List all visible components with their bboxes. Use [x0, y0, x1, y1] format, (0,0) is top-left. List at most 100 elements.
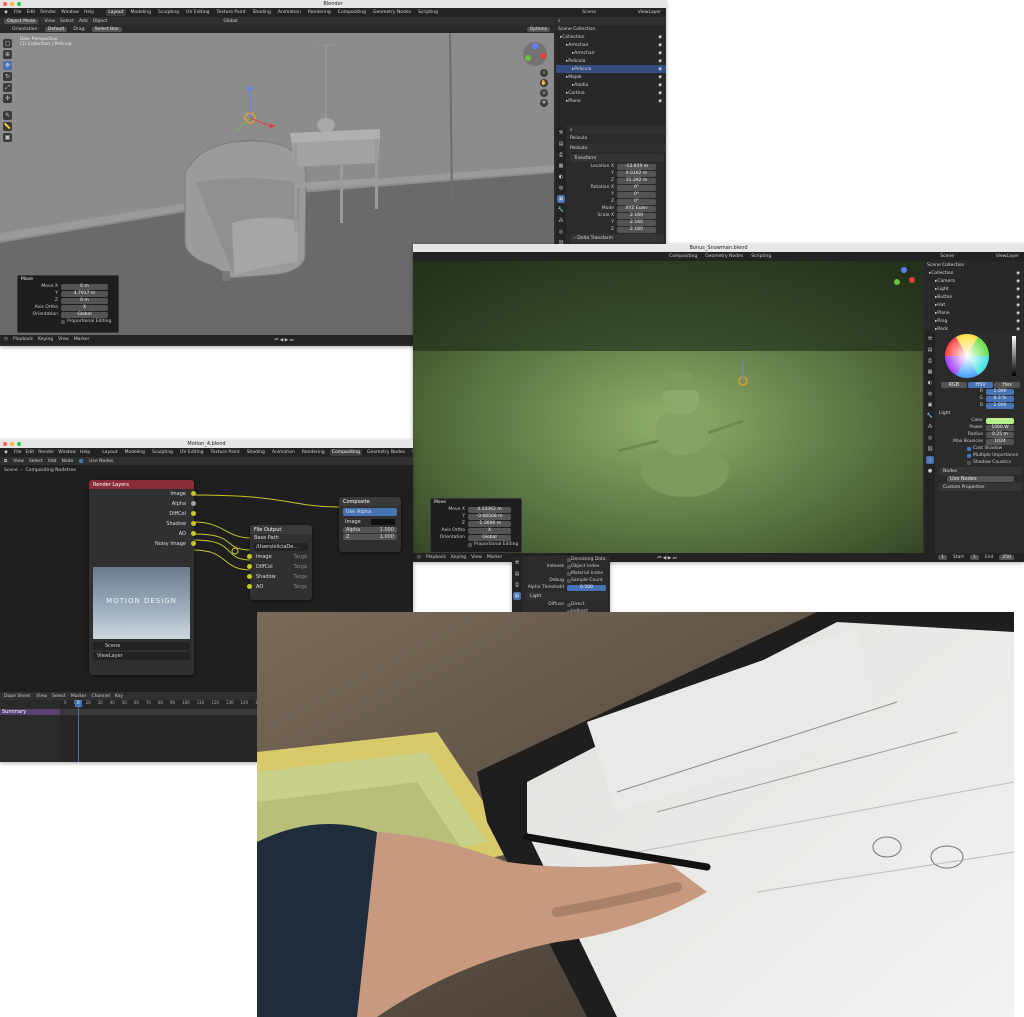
outliner-row-light[interactable]: ▸ Light ◉ [925, 285, 1024, 293]
tab-modeling[interactable]: Modeling [123, 449, 147, 456]
scale-y-field[interactable]: 2.160 [617, 219, 656, 226]
outliner-row-cortina[interactable]: ▸ Cortina ◉ [556, 89, 666, 97]
scale-z-field[interactable]: 2.160 [617, 226, 656, 233]
light-passes-header[interactable]: Light [526, 592, 608, 600]
menu-add[interactable]: Add [79, 19, 88, 24]
blender-logo-icon[interactable]: ◉ [4, 450, 8, 455]
output-tab-icon[interactable]: ⎙ [513, 581, 521, 589]
max-bounces-field[interactable]: 1024 [986, 438, 1014, 445]
outliner-row-camera[interactable]: ▸ Camera ◉ [925, 277, 1024, 285]
visibility-eye-icon[interactable]: ◉ [658, 35, 666, 40]
navigation-gizmo[interactable] [891, 265, 917, 291]
tab-shading[interactable]: Shading [245, 449, 267, 456]
tab-scripting[interactable]: Scripting [416, 9, 440, 16]
props-object-field[interactable]: Pelicula [568, 144, 666, 152]
visibility-eye-icon[interactable]: ◉ [658, 83, 666, 88]
proportional-editing-checkbox[interactable]: Proportional Editing [67, 319, 111, 324]
scene-selector[interactable]: Scene [582, 10, 596, 15]
node-editor-type-icon[interactable]: ⧉ [4, 458, 7, 464]
output-tab-icon[interactable]: ⎙ [557, 151, 565, 159]
object-tab-icon[interactable]: ▣ [926, 401, 934, 409]
scale-icon[interactable]: ⤢ [3, 83, 12, 92]
cursor-icon[interactable]: ⊕ [3, 50, 12, 59]
input-socket[interactable] [247, 574, 252, 579]
outliner-row-plane[interactable]: ▸ Plane ◉ [556, 97, 666, 105]
tab-uv-editing[interactable]: UV Editing [178, 449, 205, 456]
rotation-z-field[interactable]: 0° [617, 198, 656, 205]
dopesheet-menu-key[interactable]: Key [115, 694, 123, 699]
output-socket[interactable] [191, 511, 196, 516]
outliner-row-hat[interactable]: ▸ Hat ◉ [925, 301, 1024, 309]
menu-select[interactable]: Select [60, 19, 74, 24]
modifier-tab-icon[interactable]: 🔧 [926, 412, 934, 420]
visibility-eye-icon[interactable]: ◉ [658, 91, 666, 96]
tab-scripting[interactable]: Scripting [749, 253, 773, 260]
visibility-eye-icon[interactable]: ◉ [658, 67, 666, 72]
timeline-clock-icon[interactable]: ◷ [417, 555, 421, 560]
visibility-eye-icon[interactable]: ◉ [1016, 311, 1024, 316]
menu-window[interactable]: Window [58, 450, 76, 455]
menu-view[interactable]: View [13, 459, 24, 464]
visibility-eye-icon[interactable]: ◉ [658, 51, 666, 56]
timeline-menu-marker[interactable]: Marker [487, 555, 503, 560]
orientation-field[interactable]: Global [61, 311, 108, 318]
color-mode-hsv[interactable]: HSV [967, 382, 994, 388]
move-x-field[interactable]: 0 m [61, 283, 108, 290]
tab-geometry-nodes[interactable]: Geometry Nodes [703, 253, 745, 260]
visibility-eye-icon[interactable]: ◉ [1016, 327, 1024, 332]
object-tab-icon[interactable]: ▣ [557, 195, 565, 203]
options-dropdown[interactable]: Options [526, 26, 550, 32]
menu-help[interactable]: Help [84, 10, 94, 15]
nodes-panel-header[interactable]: Nodes [939, 467, 1022, 475]
view-layer-tab-icon[interactable]: ▦ [513, 592, 521, 600]
menu-select[interactable]: Select [29, 459, 43, 464]
use-nodes-button[interactable]: Use Nodes [947, 476, 1014, 482]
menu-edit[interactable]: Edit [25, 450, 34, 455]
particles-tab-icon[interactable]: ⁂ [557, 217, 565, 225]
material-tab-icon[interactable]: ● [926, 467, 934, 475]
visibility-eye-icon[interactable]: ◉ [1016, 303, 1024, 308]
menu-file[interactable]: File [14, 450, 22, 455]
timeline-menu-view[interactable]: View [471, 555, 482, 560]
color-g-field[interactable]: 0.3 % [986, 395, 1014, 402]
tab-texture-paint[interactable]: Texture Paint [209, 449, 242, 456]
axis-ortho-field[interactable]: X [61, 304, 108, 311]
outliner-row-alodia[interactable]: ▸ Alodia ◉ [556, 81, 666, 89]
input-socket[interactable] [247, 584, 252, 589]
tab-scripting[interactable]: Scripting [410, 449, 413, 456]
visibility-eye-icon[interactable]: ◉ [658, 59, 666, 64]
color-field[interactable] [986, 417, 1014, 424]
frame-end-field[interactable]: 250 [999, 555, 1014, 560]
timeline-menu-marker[interactable]: Marker [74, 337, 90, 342]
mode-selector[interactable]: Object Mode [4, 18, 39, 24]
use-alpha-checkbox[interactable]: Use Alpha [343, 508, 397, 516]
drag-dropdown[interactable]: Select Box [91, 26, 122, 32]
frame-start-field[interactable]: 1 [969, 555, 979, 560]
summary-channel[interactable]: Summary [0, 709, 62, 715]
playhead[interactable]: 0 [75, 700, 82, 707]
timeline-clock-icon[interactable]: ◷ [4, 337, 8, 342]
output-socket[interactable] [191, 501, 196, 506]
move-z-field[interactable]: 0 m [61, 297, 108, 304]
physics-tab-icon[interactable]: ◎ [557, 228, 565, 236]
tab-geometry-nodes[interactable]: Geometry Nodes [365, 449, 407, 456]
outliner-search[interactable]: ⌕ [556, 17, 666, 25]
panel-delta-transform[interactable]: › Delta Transform [570, 234, 664, 242]
outliner-row-mojak[interactable]: ▸ Mojak ◉ [556, 73, 666, 81]
data-tab-icon[interactable]: △ [926, 456, 934, 464]
rotation-x-field[interactable]: 0° [617, 184, 656, 191]
tab-sculpting[interactable]: Sculpting [150, 449, 175, 456]
scene-field[interactable]: Scene [93, 642, 190, 650]
world-tab-icon[interactable]: ◍ [557, 184, 565, 192]
menu-node[interactable]: Node [62, 459, 74, 464]
render-tab-icon[interactable]: ▤ [557, 140, 565, 148]
dopesheet-mode[interactable]: Dope Sheet [4, 694, 30, 699]
tab-rendering[interactable]: Rendering [300, 449, 327, 456]
tab-rendering[interactable]: Rendering [306, 9, 333, 16]
outliner-row-ring[interactable]: ▸ Ring ◉ [925, 317, 1024, 325]
outliner-row-collection[interactable]: ▸ Collection ◉ [925, 269, 1024, 277]
timeline-menu-keying[interactable]: Keying [451, 555, 466, 560]
rotation-mode-field[interactable]: XYZ Euler [617, 205, 656, 212]
tab-animation[interactable]: Animation [270, 449, 297, 456]
checkbox-row-cast-shadow[interactable]: Cast Shadow [967, 445, 1024, 452]
